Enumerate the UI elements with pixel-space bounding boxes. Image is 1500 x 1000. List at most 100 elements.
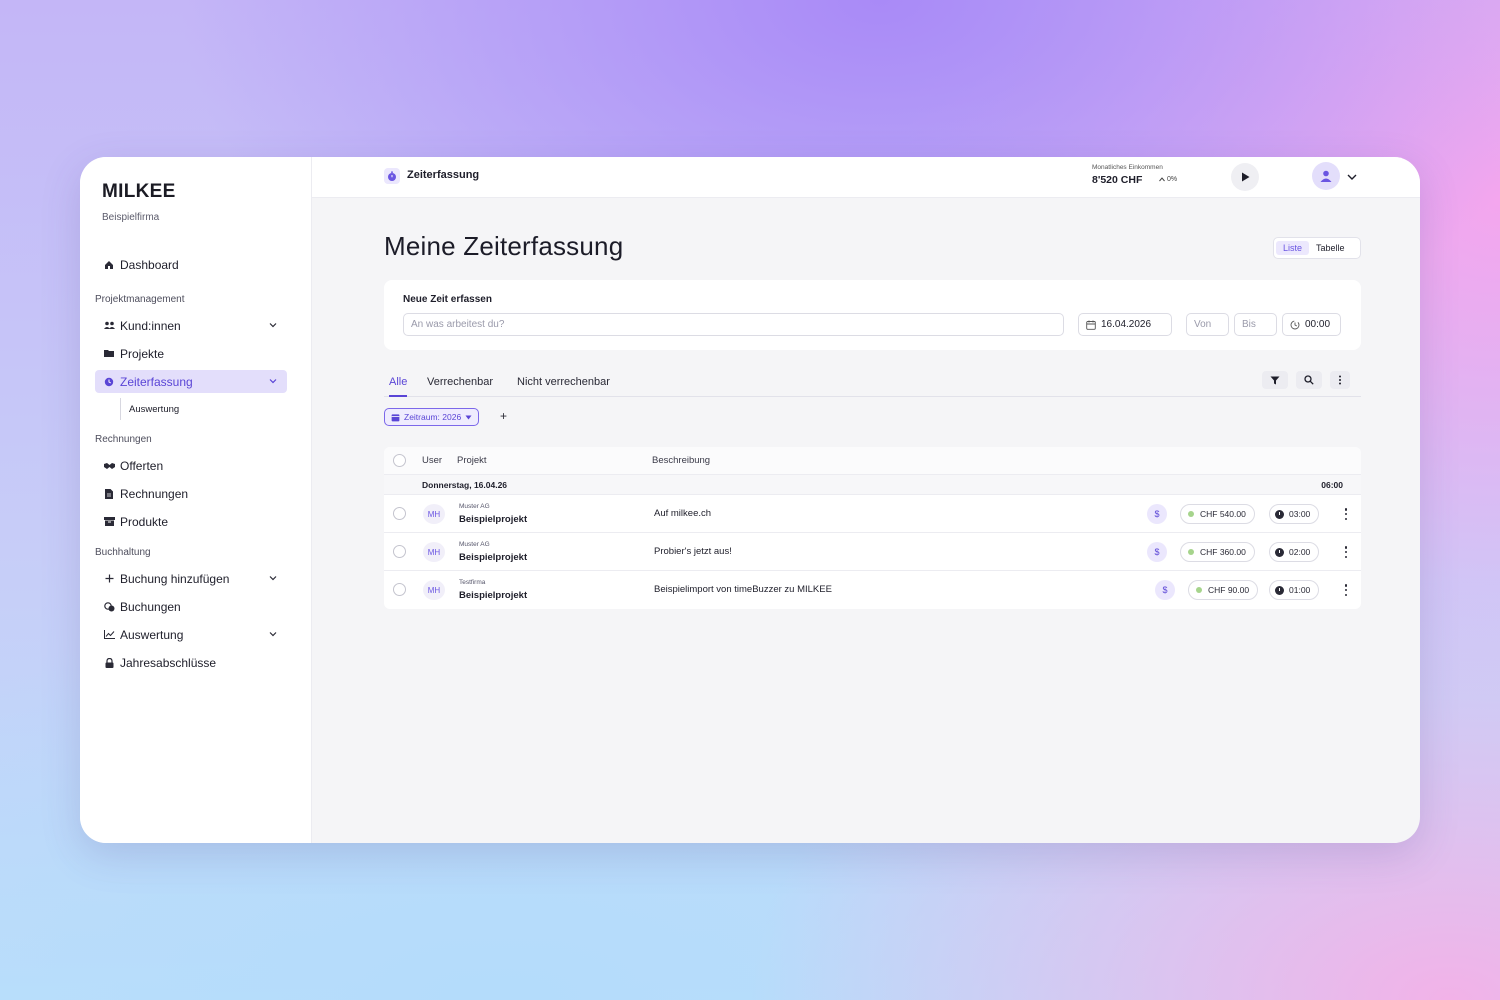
billable-icon[interactable]: $ — [1147, 504, 1167, 524]
view-list-option[interactable]: Liste — [1276, 241, 1310, 255]
end-time-input[interactable] — [1234, 313, 1277, 336]
status-dot — [1196, 587, 1202, 593]
sidebar-item-annual-closings[interactable]: Jahresabschlüsse — [95, 651, 287, 674]
start-time-input[interactable] — [1186, 313, 1229, 336]
project-name[interactable]: Beispielprojekt — [459, 552, 527, 563]
sidebar-item-label: Rechnungen — [120, 486, 189, 501]
more-options-button[interactable] — [1330, 371, 1350, 389]
date-field[interactable]: 16.04.2026 — [1078, 313, 1172, 336]
chevron-down-icon[interactable] — [267, 572, 279, 584]
table-row[interactable]: MH Testfirma Beispielprojekt Beispielimp… — [384, 571, 1361, 609]
duration-badge: 03:00 — [1269, 504, 1320, 524]
income-value: 8'520 CHF — [1092, 174, 1143, 186]
date-group-row: Donnerstag, 16.04.26 06:00 — [384, 475, 1361, 495]
add-filter-button[interactable]: + — [500, 409, 507, 423]
avatar: MH — [423, 504, 445, 524]
users-icon — [102, 319, 116, 333]
sidebar-item-invoices[interactable]: Rechnungen — [95, 482, 287, 505]
stopwatch-icon — [384, 168, 400, 184]
sidebar-subitem-timetracking-reports[interactable]: Auswertung — [120, 398, 287, 420]
play-icon — [1241, 172, 1249, 182]
history-icon — [1290, 320, 1300, 329]
billable-icon[interactable]: $ — [1147, 542, 1167, 562]
new-time-entry-card: Neue Zeit erfassen 16.04.2026 00:00 — [384, 280, 1361, 350]
duration-field[interactable]: 00:00 — [1282, 313, 1341, 336]
row-menu-button[interactable] — [1342, 545, 1350, 559]
sidebar-item-products[interactable]: Produkte — [95, 510, 287, 533]
column-header-description: Beschreibung — [652, 455, 711, 466]
table-row[interactable]: MH Muster AG Beispielprojekt Auf milkee.… — [384, 495, 1361, 533]
row-checkbox[interactable] — [393, 583, 406, 596]
sidebar-item-label: Projekte — [120, 346, 165, 361]
amount-value: CHF 90.00 — [1208, 585, 1250, 595]
chevron-down-icon[interactable] — [1345, 170, 1359, 184]
sidebar-item-timetracking[interactable]: Zeiterfassung — [95, 370, 287, 393]
amount-value: CHF 360.00 — [1200, 547, 1246, 557]
filter-icon — [1270, 376, 1280, 384]
row-checkbox[interactable] — [393, 507, 406, 520]
sidebar-item-offers[interactable]: Offerten — [95, 454, 287, 477]
task-input[interactable] — [403, 313, 1064, 336]
entry-description: Beispielimport von timeBuzzer zu MILKEE — [654, 584, 832, 595]
project-name[interactable]: Beispielprojekt — [459, 590, 527, 601]
document-icon — [102, 487, 116, 501]
plus-icon — [102, 572, 116, 586]
entry-description: Auf milkee.ch — [654, 508, 712, 519]
sidebar-item-add-booking[interactable]: Buchung hinzufügen — [95, 567, 287, 590]
handshake-icon — [102, 459, 116, 473]
coins-icon — [102, 600, 116, 614]
billable-icon[interactable]: $ — [1155, 580, 1175, 600]
table-row[interactable]: MH Muster AG Beispielprojekt Probier's j… — [384, 533, 1361, 571]
project-name[interactable]: Beispielprojekt — [459, 514, 527, 525]
search-button[interactable] — [1296, 371, 1322, 389]
chevron-down-icon[interactable] — [267, 319, 279, 331]
home-icon — [102, 258, 116, 272]
entry-description: Probier's jetzt aus! — [654, 546, 732, 557]
sidebar-item-bookings[interactable]: Buchungen — [95, 595, 287, 618]
customer-name: Testfirma — [459, 579, 486, 586]
trend-up-icon — [1159, 176, 1165, 181]
income-trend: 0% — [1159, 176, 1177, 183]
column-header-user: User — [422, 455, 443, 466]
section-label-accounting: Buchhaltung — [95, 547, 151, 558]
tab-billable[interactable]: Verrechenbar — [427, 376, 493, 397]
row-menu-button[interactable] — [1342, 583, 1350, 597]
user-avatar[interactable] — [1312, 162, 1340, 190]
tab-all[interactable]: Alle — [389, 376, 408, 397]
sidebar-item-dashboard[interactable]: Dashboard — [95, 253, 287, 276]
sidebar-nav: Dashboard Projektmanagement Kund:innen P… — [95, 253, 287, 679]
period-filter-chip[interactable]: Zeitraum: 2026 — [384, 408, 480, 426]
duration-value: 01:00 — [1289, 585, 1311, 595]
search-icon — [1304, 375, 1314, 385]
breadcrumb-title: Zeiterfassung — [407, 169, 480, 181]
clock-icon — [102, 375, 116, 389]
company-name: Beispielfirma — [102, 212, 160, 223]
new-time-entry-label: Neue Zeit erfassen — [403, 294, 492, 305]
duration-badge: 01:00 — [1269, 580, 1320, 600]
select-all-checkbox[interactable] — [393, 454, 406, 467]
start-timer-button[interactable] — [1231, 163, 1259, 191]
avatar: MH — [423, 580, 445, 600]
amount-value: CHF 540.00 — [1200, 509, 1246, 519]
sidebar-item-label: Buchung hinzufügen — [120, 571, 230, 586]
sidebar-item-clients[interactable]: Kund:innen — [95, 314, 287, 337]
period-filter-label: Zeitraum: 2026 — [404, 412, 462, 422]
amount-badge: CHF 360.00 — [1180, 542, 1255, 562]
tab-nonbillable[interactable]: Nicht verrechenbar — [517, 376, 610, 397]
calendar-icon — [391, 413, 400, 421]
row-menu-button[interactable] — [1342, 507, 1350, 521]
page-title: Meine Zeiterfassung — [384, 231, 624, 261]
sidebar-item-label: Zeiterfassung — [120, 374, 193, 389]
group-date: Donnerstag, 16.04.26 — [422, 480, 508, 490]
sidebar-item-projects[interactable]: Projekte — [95, 342, 287, 365]
view-table-option[interactable]: Tabelle — [1309, 241, 1352, 255]
customer-name: Muster AG — [459, 541, 490, 548]
sidebar-item-label: Offerten — [120, 458, 164, 473]
chevron-down-icon[interactable] — [267, 628, 279, 640]
duration-value: 03:00 — [1289, 509, 1311, 519]
sidebar-item-reports[interactable]: Auswertung — [95, 623, 287, 646]
filter-button[interactable] — [1262, 371, 1288, 389]
row-checkbox[interactable] — [393, 545, 406, 558]
chevron-down-icon[interactable] — [267, 375, 279, 387]
app-logo[interactable]: MILKEE — [102, 181, 176, 203]
